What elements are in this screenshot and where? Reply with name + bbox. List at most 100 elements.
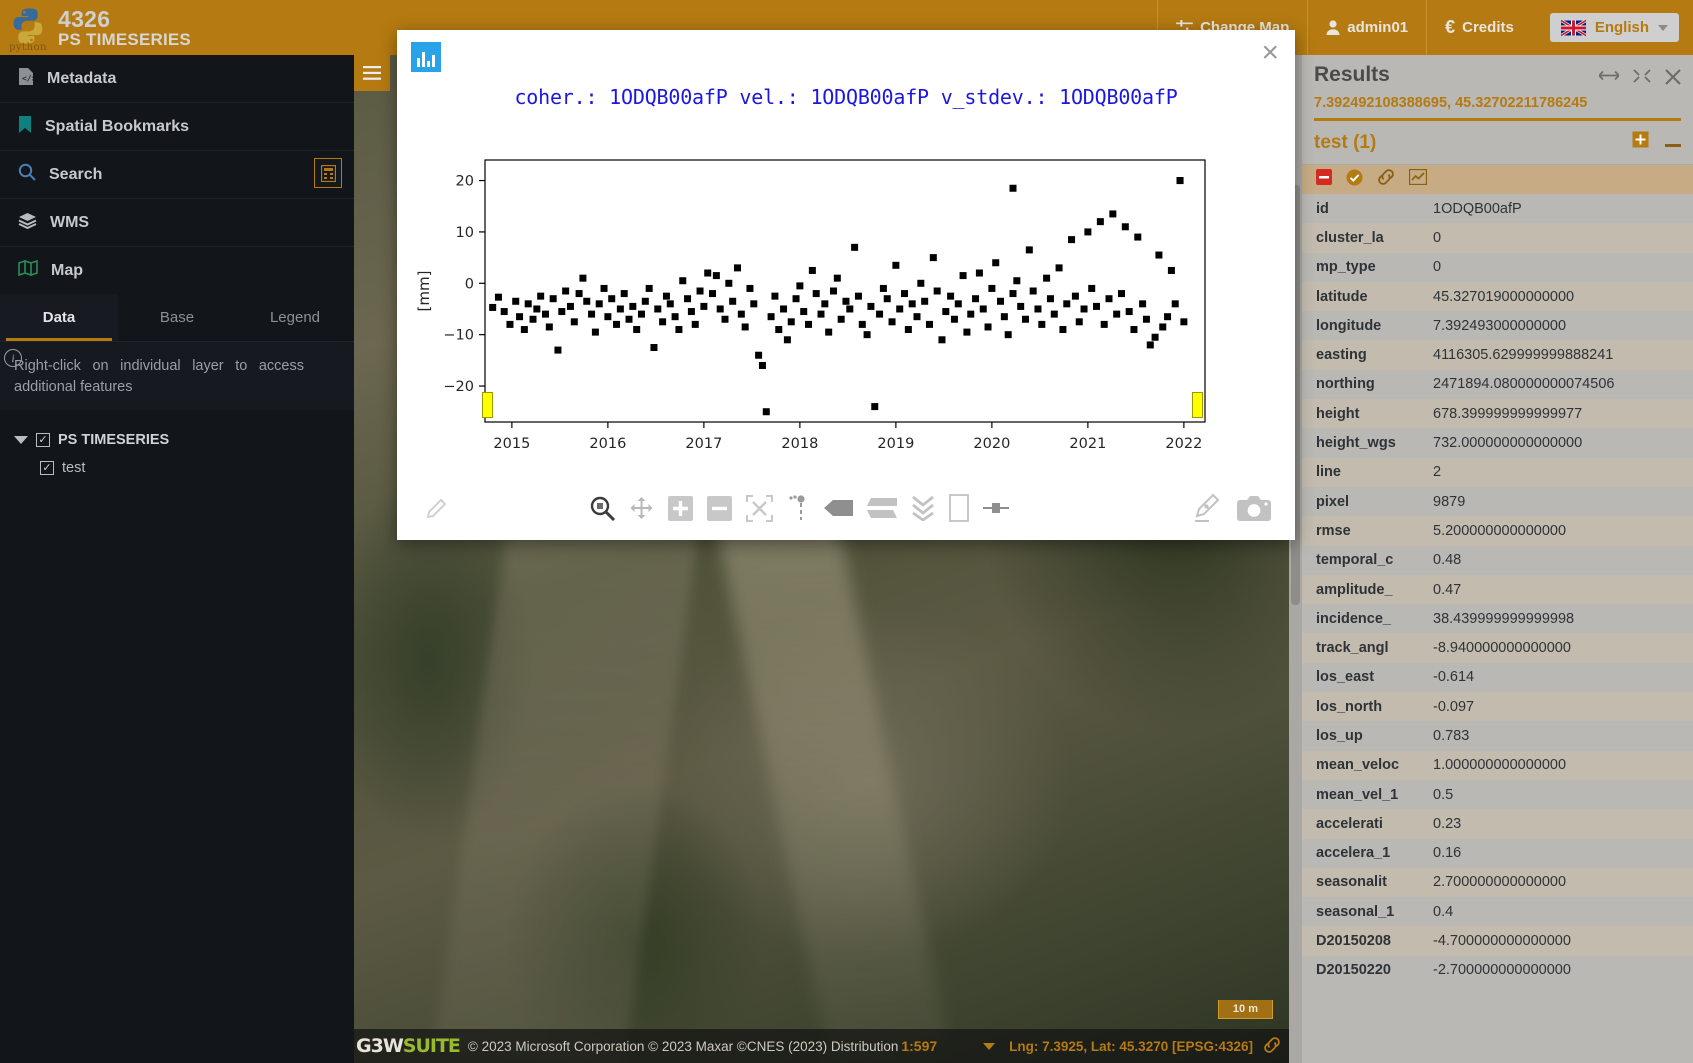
attribute-key: amplitude_ xyxy=(1316,581,1393,598)
sidebar-tabs: Data Base Legend xyxy=(0,294,354,342)
layer-item-test[interactable]: ✓ test xyxy=(14,454,354,482)
attribute-key: seasonalit xyxy=(1316,874,1387,891)
expand-horizontal-icon[interactable] xyxy=(1598,69,1620,90)
sidebar-item-search[interactable]: Search xyxy=(0,151,354,198)
attribute-row: id 1ODQB00afP xyxy=(1302,194,1693,224)
data-point xyxy=(524,300,532,308)
right-range-handle[interactable] xyxy=(1192,392,1203,418)
credits-button[interactable]: € Credits xyxy=(1426,0,1532,55)
attribute-row: mean_veloc 1.000000000000000 xyxy=(1302,750,1693,780)
chart-plot[interactable]: 20 10 0 −10 −20 [mm] 2015 2016 2017 2018 2019 2020 2… xyxy=(397,122,1295,492)
data-point xyxy=(500,308,508,316)
pencil-icon[interactable] xyxy=(425,496,449,520)
data-point xyxy=(712,272,720,280)
language-selector[interactable]: English xyxy=(1549,13,1679,42)
data-point xyxy=(997,297,1005,305)
attribute-key: los_up xyxy=(1316,727,1363,744)
sidebar-item-spatial-bookmarks[interactable]: Spatial Bookmarks xyxy=(0,103,354,150)
attribute-key: line xyxy=(1316,464,1341,481)
link-chain-icon[interactable] xyxy=(1377,169,1395,190)
data-point xyxy=(1000,313,1008,321)
chevron-down-icon[interactable] xyxy=(983,1042,996,1050)
data-point xyxy=(687,308,695,316)
chevrons-down-icon[interactable] xyxy=(911,495,935,521)
attribute-row: height_wgs 732.000000000000000 xyxy=(1302,428,1693,458)
fit-extent-icon[interactable] xyxy=(746,494,773,522)
data-point xyxy=(933,287,941,295)
data-point xyxy=(950,315,958,323)
data-point xyxy=(1096,218,1104,226)
data-point xyxy=(512,297,520,305)
chevron-down-icon[interactable] xyxy=(14,436,28,445)
results-layer-row[interactable]: test (1) xyxy=(1302,121,1693,164)
data-point xyxy=(704,269,712,277)
calculator-icon[interactable] xyxy=(314,158,342,188)
layer-group-ps-timeseries[interactable]: ✓ PS TIMESERIES xyxy=(14,426,354,454)
data-point xyxy=(833,274,841,282)
python-logo-label: python xyxy=(9,41,47,53)
data-point xyxy=(938,336,946,344)
data-point xyxy=(817,310,825,318)
attribute-row: cluster_la 0 xyxy=(1302,223,1693,253)
attribute-row: mp_type 0 xyxy=(1302,252,1693,282)
collapse-icon[interactable] xyxy=(1633,69,1651,90)
attribute-value: -0.614 xyxy=(1433,669,1475,686)
chart-line-icon[interactable] xyxy=(1408,168,1428,190)
add-box-icon[interactable] xyxy=(1632,131,1649,154)
data-point xyxy=(929,254,937,262)
data-point xyxy=(583,297,591,305)
close-icon[interactable] xyxy=(1665,69,1681,90)
zoom-in-icon[interactable] xyxy=(668,495,693,521)
minus-icon[interactable] xyxy=(1665,132,1681,154)
attribute-value: 1.000000000000000 xyxy=(1433,757,1567,774)
rectangle-icon[interactable] xyxy=(949,494,969,522)
layer-checkbox[interactable]: ✓ xyxy=(40,461,54,476)
data-point xyxy=(1017,302,1025,310)
layer-tree: ✓ PS TIMESERIES ✓ test xyxy=(0,410,354,482)
pan-icon[interactable] xyxy=(629,496,654,521)
data-point xyxy=(947,292,955,300)
layer-checkbox[interactable]: ✓ xyxy=(36,433,50,448)
map-scale-value[interactable]: 1:597 xyxy=(901,1038,937,1054)
sidebar-item-wms[interactable]: WMS xyxy=(0,199,354,246)
y-tick-label: −20 xyxy=(443,379,474,395)
zoom-icon[interactable] xyxy=(589,495,615,521)
tab-base[interactable]: Base xyxy=(118,294,236,341)
brand: python 4326 PS TIMESERIES xyxy=(0,6,191,53)
parallel-bars-icon[interactable] xyxy=(867,497,897,519)
tab-legend[interactable]: Legend xyxy=(236,294,354,341)
sidebar-item-map[interactable]: Map xyxy=(0,247,354,294)
zoom-out-icon[interactable] xyxy=(707,495,732,521)
data-point xyxy=(1043,274,1051,282)
attribute-row: accelera_1 0.16 xyxy=(1302,838,1693,868)
remove-red-icon[interactable] xyxy=(1316,169,1332,190)
data-point xyxy=(967,310,975,318)
hamburger-icon[interactable] xyxy=(354,55,390,91)
info-icon: i xyxy=(4,349,22,367)
sidebar-item-metadata[interactable]: </> Metadata xyxy=(0,55,354,102)
bookmark-icon xyxy=(18,115,32,139)
user-menu-button[interactable]: admin01 xyxy=(1307,0,1426,55)
data-point xyxy=(750,300,758,308)
data-point xyxy=(558,308,566,316)
axis-icon[interactable] xyxy=(983,501,1009,515)
left-range-handle[interactable] xyxy=(482,392,493,418)
user-icon xyxy=(1326,20,1340,35)
tab-data[interactable]: Data xyxy=(0,294,118,341)
close-icon[interactable]: × xyxy=(1261,38,1279,68)
check-circle-icon[interactable] xyxy=(1346,169,1363,191)
uk-flag-icon xyxy=(1560,18,1587,37)
back-arrow-icon[interactable] xyxy=(823,498,853,518)
pen-nib-icon[interactable] xyxy=(1191,492,1221,524)
data-point xyxy=(808,266,816,274)
attribute-value: 0.48 xyxy=(1433,552,1462,569)
attribute-table: id 1ODQB00afP cluster_la 0 mp_type 0 latitude 4… xyxy=(1302,194,1693,986)
camera-icon[interactable] xyxy=(1237,494,1271,522)
data-point xyxy=(721,315,729,323)
chart-toolbar xyxy=(397,484,1295,532)
pin-point-icon[interactable] xyxy=(787,495,807,521)
link-icon[interactable] xyxy=(1263,1036,1281,1056)
attribute-row: D20150208 -4.700000000000000 xyxy=(1302,926,1693,956)
data-point xyxy=(1046,295,1054,303)
g3w-suite-logo: G3W SUITE xyxy=(354,1035,461,1057)
